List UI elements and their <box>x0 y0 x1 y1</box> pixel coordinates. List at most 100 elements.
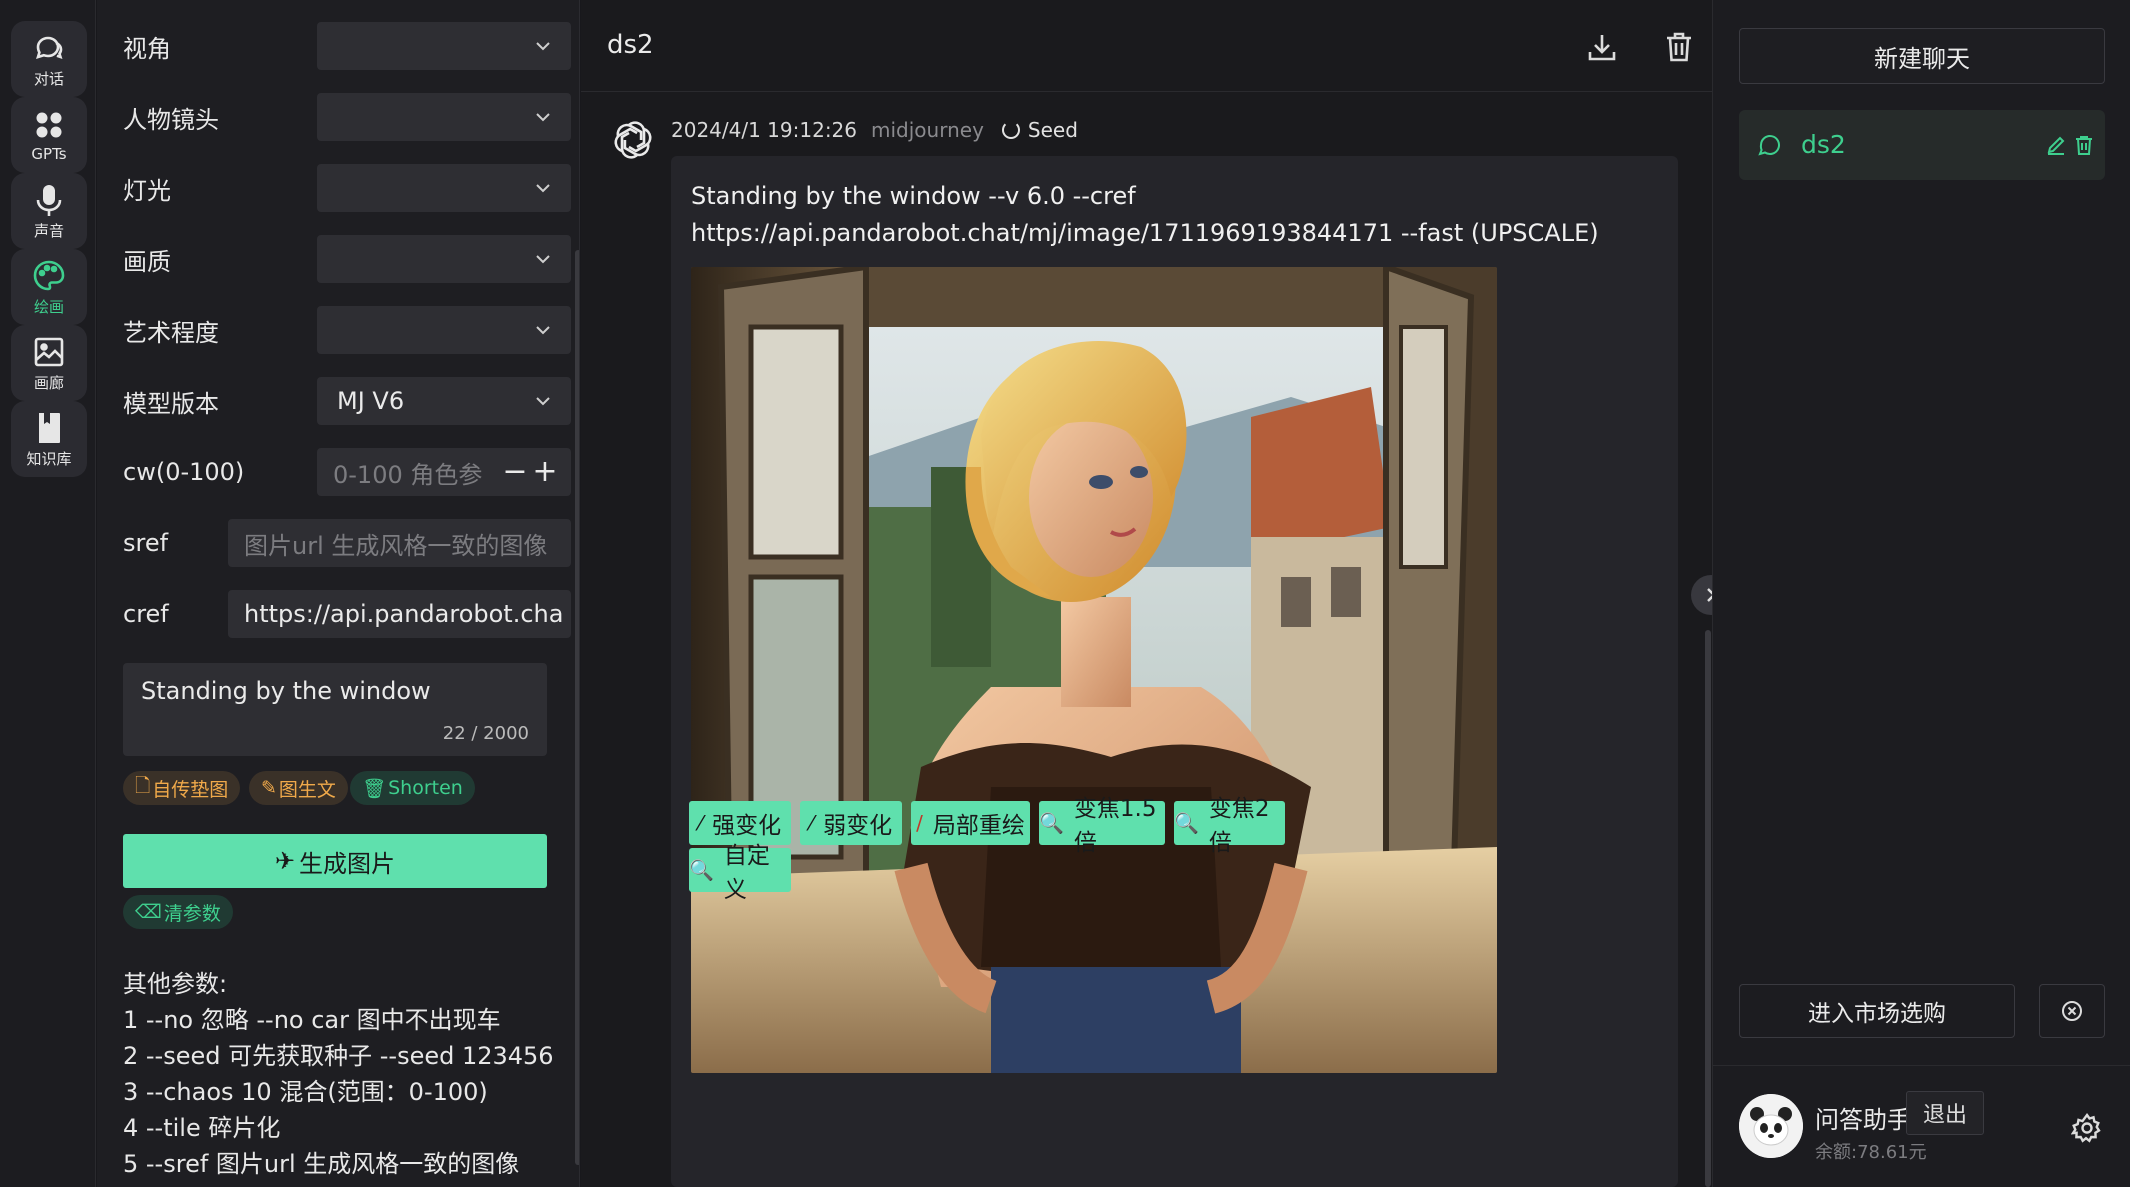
message-date: 2024/4/1 19:12:26 <box>671 118 858 142</box>
book-icon <box>39 412 60 443</box>
param-row-shot: 人物镜头 <box>123 93 579 141</box>
button-label: 强变化 <box>712 813 782 839</box>
lighting-select[interactable] <box>317 164 571 212</box>
art-level-select[interactable] <box>317 306 571 354</box>
nav-label: 声音 <box>33 221 64 240</box>
magnifier-icon: 🔍 <box>689 858 714 882</box>
quality-select[interactable] <box>317 235 571 283</box>
param-label: cref <box>123 600 169 628</box>
nav-label: 知识库 <box>26 449 72 468</box>
trash-icon[interactable] <box>2073 134 2095 156</box>
conversation-item[interactable]: ds2 <box>1739 110 2105 180</box>
zoom-1-5x-button[interactable]: 🔍 变焦1.5倍 <box>1039 796 1165 856</box>
param-row-quality: 画质 <box>123 235 579 283</box>
edit-icon[interactable] <box>2045 134 2067 156</box>
custom-zoom-button[interactable]: 🔍 自定义 <box>689 843 791 903</box>
param-label: 模型版本 <box>123 389 219 418</box>
param-row-art-level: 艺术程度 <box>123 306 579 354</box>
model-name: midjourney <box>871 118 984 142</box>
help-line: 4 --tile 碎片化 <box>123 1114 281 1142</box>
nav-label: GPTs <box>31 145 67 163</box>
nav-draw[interactable]: 绘画 <box>11 249 87 325</box>
cw-stepper[interactable]: 0-100 角色参 − + <box>317 448 571 496</box>
inpaint-button[interactable]: / 局部重绘 <box>911 801 1030 845</box>
chat-scrollbar[interactable] <box>1705 630 1711 1187</box>
nav-voice[interactable]: 声音 <box>11 173 87 249</box>
left-nav-rail: 对话 GPTs 声音 绘画 画廊 知识库 <box>0 0 96 1187</box>
trash-icon: 🗑 <box>362 777 387 800</box>
param-row-cref: cref https://api.pandarobot.cha <box>123 590 579 638</box>
img2txt-tag[interactable]: ✎ 图生文 <box>249 771 348 805</box>
close-circle-icon <box>2062 1001 2082 1021</box>
weak-variation-button[interactable]: ⁄ 弱变化 <box>800 801 902 845</box>
nav-knowledge[interactable]: 知识库 <box>11 401 87 477</box>
param-label: 灯光 <box>123 176 171 205</box>
clear-params-tag[interactable]: ⌫ 清参数 <box>123 895 233 929</box>
prompt-text: Standing by the window <box>141 677 431 705</box>
chat-title: ds2 <box>607 30 654 60</box>
magnifier-icon: 🔍 <box>1039 811 1064 835</box>
cw-placeholder: 0-100 角色参 <box>333 460 483 489</box>
enter-market-button[interactable]: 进入市场选购 <box>1739 984 2015 1038</box>
model-version-select[interactable]: MJ V6 <box>317 377 571 425</box>
upload-image-tag[interactable]: 🗋 自传垫图 <box>123 771 241 805</box>
chevron-down-icon <box>536 326 550 335</box>
param-row-sref: sref 图片url 生成风格一致的图像 <box>123 519 579 567</box>
button-label: 变焦1.5倍 <box>1073 796 1157 856</box>
nav-gallery[interactable]: 画廊 <box>11 325 87 401</box>
divider <box>1713 1065 2130 1066</box>
logout-button[interactable]: 退出 <box>1906 1091 1984 1135</box>
prompt-textarea[interactable]: Standing by the window 22 / 2000 <box>123 663 547 756</box>
panda-avatar-icon <box>1739 1094 1803 1158</box>
zoom-2x-button[interactable]: 🔍 变焦2倍 <box>1174 796 1285 856</box>
delete-icon[interactable] <box>1662 30 1696 64</box>
param-label: 画质 <box>123 247 171 276</box>
chevron-down-icon <box>536 113 550 122</box>
conversation-sidebar: 新建聊天 ds2 进入市场选购 问答助手 退出 余额:78.61元 <box>1712 0 2130 1187</box>
prompt-line: Standing by the window --v 6.0 --cref <box>691 182 1136 210</box>
chat-icon <box>36 36 63 59</box>
help-title: 其他参数: <box>123 970 228 998</box>
tag-label: 图生文 <box>278 778 336 801</box>
generated-image[interactable] <box>691 267 1497 1073</box>
button-label: 自定义 <box>723 843 770 903</box>
select-value: MJ V6 <box>337 387 405 415</box>
param-label: 艺术程度 <box>123 318 219 347</box>
account-balance: 余额:78.61元 <box>1815 1142 1927 1163</box>
close-button[interactable] <box>2039 984 2105 1038</box>
decrement-button[interactable]: − <box>501 457 529 487</box>
param-label: cw(0-100) <box>123 458 245 486</box>
chevron-down-icon <box>536 397 550 406</box>
nav-label: 绘画 <box>33 297 64 316</box>
wand-icon: ⁄ <box>698 811 703 835</box>
user-name: 问答助手 <box>1815 1106 1911 1134</box>
send-icon: ✈ <box>274 847 296 875</box>
avatar[interactable] <box>1739 1094 1803 1158</box>
view-select[interactable] <box>317 22 571 70</box>
download-icon[interactable] <box>1585 30 1619 64</box>
param-label: sref <box>123 529 169 557</box>
openai-logo-icon <box>614 121 652 159</box>
nav-gpts[interactable]: GPTs <box>11 97 87 173</box>
increment-button[interactable]: + <box>531 457 559 487</box>
param-row-lighting: 灯光 <box>123 164 579 212</box>
cref-input[interactable]: https://api.pandarobot.cha <box>228 590 571 638</box>
button-label: 生成图片 <box>299 849 396 878</box>
param-row-view: 视角 <box>123 22 579 70</box>
param-row-cw: cw(0-100) 0-100 角色参 − + <box>123 448 579 496</box>
refresh-icon[interactable] <box>1001 121 1020 139</box>
shot-select[interactable] <box>317 93 571 141</box>
generate-image-button[interactable]: ✈ 生成图片 <box>123 834 547 888</box>
gear-icon[interactable] <box>2071 1112 2103 1144</box>
apps-grid-icon <box>36 112 62 138</box>
help-line: 3 --chaos 10 混合(范围：0-100) <box>123 1078 488 1106</box>
seed-link[interactable]: Seed <box>1028 118 1078 142</box>
new-chat-button[interactable]: 新建聊天 <box>1739 28 2105 84</box>
nav-chat[interactable]: 对话 <box>11 21 87 97</box>
shorten-tag[interactable]: 🗑 Shorten <box>350 771 475 805</box>
edit-icon: ✎ <box>261 777 277 799</box>
sref-input[interactable]: 图片url 生成风格一致的图像 <box>228 519 571 567</box>
params-scrollbar[interactable] <box>575 250 579 1165</box>
magnifier-icon: 🔍 <box>1174 811 1199 835</box>
microphone-icon <box>36 184 62 216</box>
